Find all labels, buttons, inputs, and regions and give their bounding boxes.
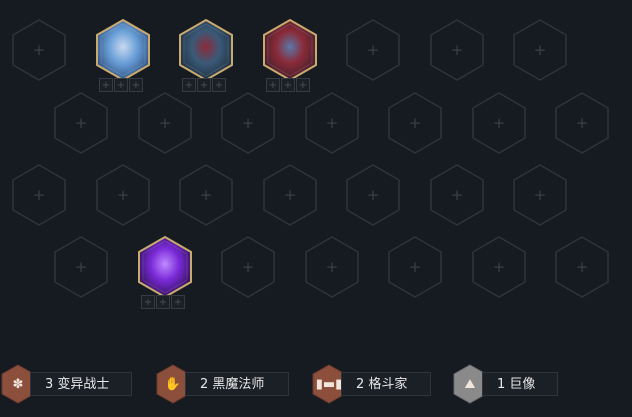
empty-hex[interactable]: + [387, 235, 443, 299]
trait-name: 巨像 [509, 377, 536, 392]
plus-icon: + [325, 257, 339, 276]
trait-count: 3 [45, 377, 54, 392]
trait-label: 2 黑魔法师 [185, 372, 289, 396]
item-slot[interactable]: + [266, 78, 280, 92]
plus-icon: + [366, 185, 380, 204]
item-slots: + + + [182, 78, 226, 92]
champion-hex[interactable]: + + + [95, 18, 151, 92]
plus-icon: + [283, 185, 297, 204]
item-slot[interactable]: + [182, 78, 196, 92]
empty-hex[interactable]: + [471, 235, 527, 299]
trait-bar: ✽ 3 变异战士 ✋ 2 黑魔法师 ▮▬▮ 2 格斗家 ⛰ 1 巨像 [0, 364, 632, 404]
empty-hex[interactable]: + [304, 235, 360, 299]
trait-name: 变异战士 [57, 377, 110, 392]
empty-hex[interactable]: + [345, 18, 401, 82]
plus-icon: + [32, 185, 46, 204]
empty-hex[interactable]: + [345, 163, 401, 227]
plus-icon: + [32, 40, 46, 59]
plus-icon: + [533, 40, 547, 59]
trait-label: 3 变异战士 [30, 372, 132, 396]
empty-hex[interactable]: + [429, 163, 485, 227]
empty-hex[interactable]: + [554, 235, 610, 299]
plus-icon: + [241, 113, 255, 132]
item-slot[interactable]: + [129, 78, 143, 92]
empty-hex[interactable]: + [512, 163, 568, 227]
champion-red-spiked-creature-portrait [262, 18, 318, 82]
empty-hex[interactable]: + [304, 91, 360, 155]
plus-icon: + [408, 113, 422, 132]
board: + + + + + + + + + + + + + + + + + + + + + + + + + + + + + + + + + + + + [0, 0, 632, 340]
item-slots: + + + [99, 78, 143, 92]
item-slots: + + + [266, 78, 310, 92]
item-slot[interactable]: + [296, 78, 310, 92]
plus-icon: + [74, 257, 88, 276]
empty-hex[interactable]: + [262, 163, 318, 227]
item-slots: + + + [141, 295, 185, 309]
plus-icon: + [575, 257, 589, 276]
trait-label: 2 格斗家 [341, 372, 431, 396]
plus-icon: + [241, 257, 255, 276]
empty-hex[interactable]: + [11, 18, 67, 82]
trait-name: 黑魔法师 [212, 377, 265, 392]
plus-icon: + [74, 113, 88, 132]
plus-icon: + [492, 113, 506, 132]
plus-icon: + [450, 40, 464, 59]
empty-hex[interactable]: + [53, 91, 109, 155]
plus-icon: + [158, 113, 172, 132]
plus-icon: + [325, 113, 339, 132]
trait-count: 1 [497, 377, 506, 392]
plus-icon: + [116, 185, 130, 204]
empty-hex[interactable]: + [512, 18, 568, 82]
empty-hex[interactable]: + [11, 163, 67, 227]
empty-hex[interactable]: + [220, 235, 276, 299]
champion-purple-crystal-portrait [137, 235, 193, 299]
trait-name: 格斗家 [368, 377, 408, 392]
champion-dark-armored-beast-portrait [178, 18, 234, 82]
champion-blue-skinned-warrior-portrait [95, 18, 151, 82]
champion-hex[interactable]: + + + [178, 18, 234, 92]
empty-hex[interactable]: + [178, 163, 234, 227]
empty-hex[interactable]: + [95, 163, 151, 227]
plus-icon: + [199, 185, 213, 204]
plus-icon: + [533, 185, 547, 204]
empty-hex[interactable]: + [429, 18, 485, 82]
plus-icon: + [492, 257, 506, 276]
item-slot[interactable]: + [99, 78, 113, 92]
item-slot[interactable]: + [141, 295, 155, 309]
item-slot[interactable]: + [114, 78, 128, 92]
plus-icon: + [408, 257, 422, 276]
trait-label: 1 巨像 [482, 372, 558, 396]
empty-hex[interactable]: + [387, 91, 443, 155]
item-slot[interactable]: + [171, 295, 185, 309]
item-slot[interactable]: + [197, 78, 211, 92]
item-slot[interactable]: + [212, 78, 226, 92]
empty-hex[interactable]: + [554, 91, 610, 155]
trait-count: 2 [356, 377, 365, 392]
item-slot[interactable]: + [156, 295, 170, 309]
champion-hex[interactable]: + + + [137, 235, 193, 309]
plus-icon: + [575, 113, 589, 132]
plus-icon: + [450, 185, 464, 204]
champion-hex[interactable]: + + + [262, 18, 318, 92]
empty-hex[interactable]: + [471, 91, 527, 155]
trait-count: 2 [200, 377, 209, 392]
empty-hex[interactable]: + [137, 91, 193, 155]
empty-hex[interactable]: + [220, 91, 276, 155]
plus-icon: + [366, 40, 380, 59]
item-slot[interactable]: + [281, 78, 295, 92]
empty-hex[interactable]: + [53, 235, 109, 299]
